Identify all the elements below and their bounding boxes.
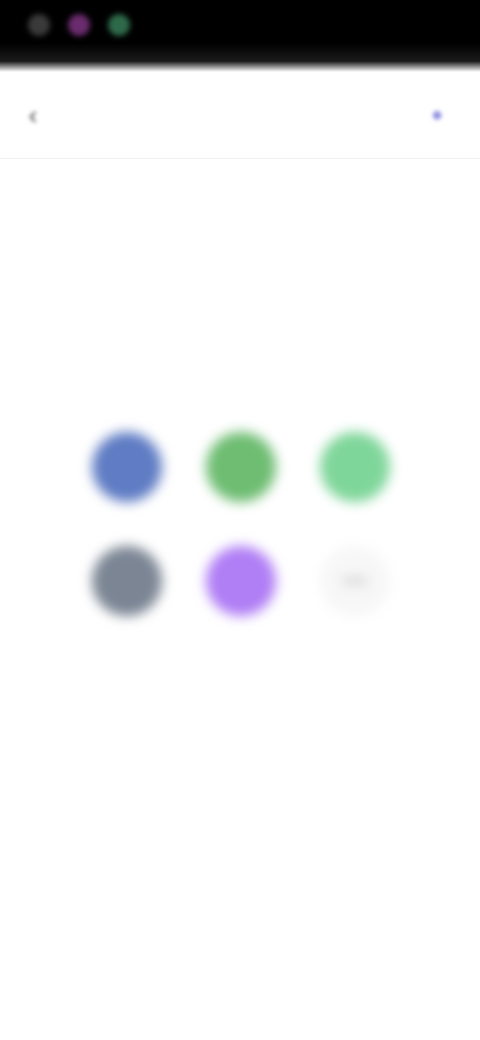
empty-placeholder-circle (320, 546, 390, 616)
purple-circle (206, 546, 276, 616)
status-icon-3 (108, 14, 130, 36)
gray-circle (92, 546, 162, 616)
app-header: ‹ ● (0, 72, 480, 159)
status-icons (28, 14, 130, 36)
light-green-circle (320, 432, 390, 502)
header-title (66, 102, 266, 128)
status-icon-2 (68, 14, 90, 36)
header-action-icon[interactable]: ● (420, 98, 454, 132)
status-bar (0, 0, 480, 72)
green-circle (206, 432, 276, 502)
placeholder-dash-icon (342, 578, 368, 584)
empty-state-illustration (68, 418, 412, 648)
blue-circle (92, 432, 162, 502)
back-arrow-icon[interactable]: ‹ (16, 98, 50, 132)
status-icon-1 (28, 14, 50, 36)
